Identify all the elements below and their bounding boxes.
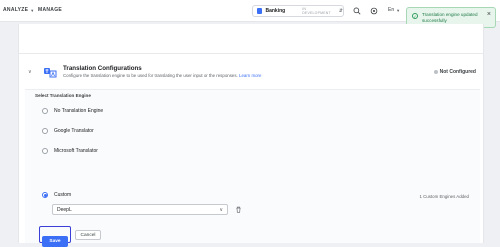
nav-analyze[interactable]: ANALYZE ▼ — [3, 7, 35, 13]
section-title: Translation Configurations — [63, 65, 142, 72]
switch-arrows-icon: ⇵ — [338, 8, 343, 14]
nav-manage-label: MANAGE — [38, 7, 63, 13]
save-button-focus-ring: Save — [39, 226, 71, 247]
option-label: Google Translator — [54, 128, 94, 134]
delete-icon[interactable] — [234, 205, 242, 213]
custom-engine-count: 1 Custom Engines Added — [419, 194, 469, 199]
option-microsoft[interactable]: Microsoft Translator — [42, 148, 98, 154]
radio-no-translation[interactable] — [42, 108, 48, 114]
language-selector[interactable]: En ▼ — [388, 7, 400, 13]
chevron-down-icon: ∨ — [219, 206, 223, 213]
custom-engine-select[interactable]: DeepL ∨ — [52, 204, 228, 215]
chevron-down-icon[interactable]: ∨ — [28, 69, 32, 75]
search-icon[interactable] — [352, 6, 362, 16]
save-button[interactable]: Save — [42, 236, 68, 247]
main-card: ∨ Translation Configurations Configure t… — [18, 24, 484, 247]
cancel-button[interactable]: Cancel — [75, 230, 101, 240]
chevron-down-icon: ▼ — [30, 7, 35, 13]
option-label: Microsoft Translator — [54, 148, 98, 154]
status-dot-icon — [433, 70, 438, 74]
language-label: En — [388, 7, 395, 13]
engine-select-label: Select Translation Engine — [35, 93, 91, 98]
divider — [19, 53, 483, 54]
custom-engine-value: DeepL — [57, 206, 72, 213]
status-label: Not Configured — [439, 69, 476, 75]
option-custom[interactable]: Custom — [42, 192, 71, 198]
option-label: No Translation Engine — [54, 108, 104, 114]
section-description: Configure the translation engine to be u… — [63, 73, 261, 78]
nav-analyze-label: ANALYZE — [3, 7, 29, 13]
radio-google[interactable] — [42, 128, 48, 134]
radio-custom[interactable] — [42, 192, 48, 198]
option-label: Custom — [54, 192, 72, 198]
option-no-translation[interactable]: No Translation Engine — [42, 108, 103, 114]
radio-microsoft[interactable] — [42, 148, 48, 154]
translate-icon — [43, 65, 57, 79]
learn-more-link[interactable]: Learn more — [239, 73, 261, 78]
status-badge: Not Configured — [433, 69, 476, 75]
app-icon — [257, 8, 263, 14]
nav-manage[interactable]: MANAGE — [38, 7, 62, 13]
translation-section-header[interactable]: ∨ Translation Configurations Configure t… — [25, 64, 480, 84]
environment-label: IN DEVELOPMENT — [302, 7, 331, 15]
app-switcher[interactable]: Banking IN DEVELOPMENT ⇵ — [252, 5, 344, 17]
app-name: Banking — [265, 8, 286, 14]
chevron-down-icon: ▼ — [396, 7, 401, 13]
close-icon[interactable]: × — [487, 11, 491, 27]
section-description-text: Configure the translation engine to be u… — [63, 73, 238, 78]
option-google[interactable]: Google Translator — [42, 128, 94, 134]
engine-panel: Select Translation Engine No Translation… — [25, 89, 480, 247]
check-circle-icon: ✓ — [412, 13, 418, 19]
settings-icon[interactable] — [369, 6, 379, 16]
